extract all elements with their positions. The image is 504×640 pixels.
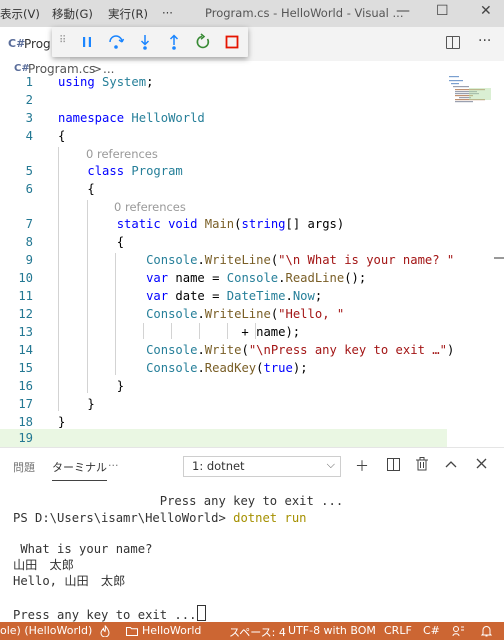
terminal-cursor bbox=[197, 605, 207, 621]
minimap[interactable] bbox=[449, 74, 497, 114]
panel-tabs: 問題 ターミナル ··· 1: dotnet ⌵ ＋ bbox=[0, 448, 504, 481]
plus-icon[interactable]: ＋ bbox=[355, 456, 369, 476]
code-line: 17 } bbox=[18, 397, 95, 411]
code-line: 7 static void Main(string[] args) bbox=[25, 217, 345, 231]
code-line: 11 var date = DateTime.Now; bbox=[18, 289, 323, 303]
tab-terminal[interactable]: ターミナル bbox=[52, 459, 107, 481]
status-debug-target[interactable]: ole) (HelloWorld) bbox=[0, 624, 92, 637]
title-bar: 表示(V) 移動(G) 実行(R) ··· Program.cs - Hello… bbox=[0, 0, 504, 27]
terminal-line: Press any key to exit ... bbox=[13, 605, 207, 622]
code-line: 8 { bbox=[25, 235, 125, 249]
code-line: 12 Console.WriteLine("Hello, " bbox=[18, 307, 345, 321]
terminal-select[interactable]: 1: dotnet ⌵ bbox=[183, 456, 341, 477]
csharp-file-icon: C# bbox=[8, 37, 26, 50]
code-line: 4{ bbox=[25, 129, 66, 143]
menu-go[interactable]: 移動(G) bbox=[52, 6, 93, 22]
debug-toolbar: ⠿ bbox=[52, 27, 248, 57]
pause-icon[interactable] bbox=[78, 33, 96, 51]
bottom-panel: 問題 ターミナル ··· 1: dotnet ⌵ ＋ Press any key… bbox=[0, 447, 504, 623]
terminal-line: 山田 太郎 bbox=[13, 558, 74, 572]
code-editor[interactable]: 1 using System; 2 3 namespace HelloWorld 4… bbox=[0, 73, 504, 447]
minimize-button[interactable]: — bbox=[396, 3, 410, 19]
bell-icon[interactable] bbox=[481, 625, 492, 637]
terminal-line: What is your name? bbox=[13, 542, 153, 556]
tab-more[interactable]: ··· bbox=[108, 459, 119, 472]
folder-icon bbox=[126, 627, 138, 636]
split-editor-icon[interactable] bbox=[446, 36, 460, 49]
terminal-line: Press any key to exit ... bbox=[13, 494, 344, 508]
more-actions-icon[interactable]: ··· bbox=[478, 33, 491, 49]
status-language[interactable]: C# bbox=[423, 624, 440, 637]
terminal-line: Hello, 山田 太郎 bbox=[13, 574, 126, 588]
status-bar: ole) (HelloWorld) HelloWorld スペース: 4 UTF… bbox=[0, 622, 504, 640]
tab-problems[interactable]: 問題 bbox=[13, 459, 35, 475]
trash-icon[interactable] bbox=[416, 457, 428, 471]
tab-label: Prog bbox=[24, 37, 51, 51]
code-line: 6 { bbox=[25, 182, 95, 196]
code-line: 5 class Program bbox=[25, 164, 183, 178]
menu-more[interactable]: ··· bbox=[162, 6, 173, 20]
terminal-line: PS D:\Users\isamr\HelloWorld> dotnet run bbox=[13, 511, 307, 525]
flame-icon[interactable] bbox=[100, 625, 110, 637]
scrollbar-marker[interactable] bbox=[494, 257, 504, 259]
step-over-icon[interactable] bbox=[107, 33, 125, 51]
chevron-up-icon[interactable] bbox=[445, 460, 457, 468]
code-line: 15 Console.ReadKey(true); bbox=[18, 361, 308, 375]
maximize-button[interactable]: ☐ bbox=[436, 3, 449, 19]
status-indentation[interactable]: スペース: 4 bbox=[229, 624, 286, 640]
feedback-icon[interactable] bbox=[452, 625, 465, 637]
chevron-down-icon: ⌵ bbox=[326, 458, 335, 471]
window-title: Program.cs - HelloWorld - Visual ... bbox=[205, 6, 404, 20]
menu-run[interactable]: 実行(R) bbox=[108, 6, 148, 22]
terminal-select-value: 1: dotnet bbox=[192, 459, 245, 473]
code-line: 1 using System; bbox=[25, 75, 154, 89]
code-line: 10 var name = Console.ReadLine(); bbox=[18, 271, 367, 285]
drag-grip-icon[interactable]: ⠿ bbox=[59, 35, 66, 46]
code-line: 14 Console.Write("\nPress any key to exi… bbox=[18, 343, 455, 357]
status-encoding[interactable]: UTF-8 with BOM bbox=[288, 624, 376, 637]
status-project[interactable]: HelloWorld bbox=[142, 624, 201, 637]
status-eol[interactable]: CRLF bbox=[384, 624, 412, 637]
code-line: 13 + name); bbox=[18, 325, 301, 339]
code-line: 9 Console.WriteLine("\n What is your nam… bbox=[25, 253, 455, 267]
stop-icon[interactable] bbox=[223, 33, 241, 51]
menu-view[interactable]: 表示(V) bbox=[0, 6, 40, 22]
code-line-current: 19 bbox=[0, 429, 447, 447]
step-out-icon[interactable] bbox=[165, 33, 183, 51]
split-icon[interactable] bbox=[387, 458, 400, 471]
code-line: 3 namespace HelloWorld bbox=[25, 111, 205, 125]
code-line: 2 bbox=[25, 93, 33, 107]
codelens-references[interactable]: 0 references bbox=[0, 146, 447, 162]
close-panel-icon[interactable] bbox=[476, 458, 487, 469]
restart-icon[interactable] bbox=[194, 33, 212, 51]
close-window-button[interactable]: ✕ bbox=[480, 3, 492, 19]
code-line: 16 } bbox=[18, 379, 125, 393]
codelens-references[interactable]: 0 references bbox=[0, 199, 447, 215]
step-into-icon[interactable] bbox=[136, 33, 154, 51]
